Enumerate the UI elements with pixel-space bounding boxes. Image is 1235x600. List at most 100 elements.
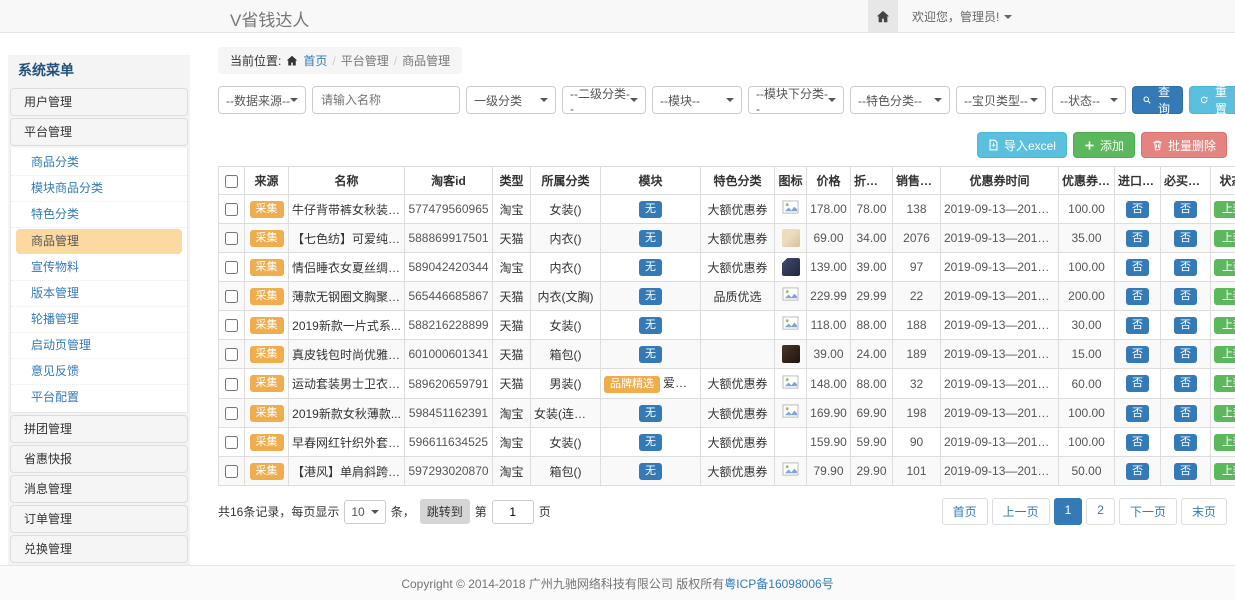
sidebar-subitem-1[interactable]: 模块商品分类 [11,176,187,202]
status-badge[interactable]: 上架 [1214,434,1235,451]
status-badge[interactable]: 上架 [1214,230,1235,247]
sidebar-item-2[interactable]: 拼团管理 [10,415,188,443]
source-badge: 采集 [250,288,284,305]
import-select-toggle[interactable]: 否 [1126,201,1149,218]
pager-button-4[interactable]: 下一页 [1119,498,1177,525]
row-checkbox[interactable] [225,232,238,245]
sidebar-subitem-4[interactable]: 宣传物料 [11,255,187,281]
pager-button-1[interactable]: 上一页 [992,498,1050,525]
select-all-checkbox[interactable] [225,175,238,188]
import-select-toggle[interactable]: 否 [1126,346,1149,363]
filter-select-0[interactable]: 一级分类 [466,86,556,114]
filter-select-3[interactable]: --模块下分类-- [748,86,844,114]
add-button[interactable]: 添加 [1073,132,1135,158]
must-buy-toggle[interactable]: 否 [1174,317,1197,334]
row-checkbox[interactable] [225,261,238,274]
import-select-toggle[interactable]: 否 [1126,434,1149,451]
module-badge[interactable]: 无 [639,259,662,276]
must-buy-toggle[interactable]: 否 [1174,346,1197,363]
must-buy-toggle[interactable]: 否 [1174,375,1197,392]
sidebar-item-1[interactable]: 平台管理 [10,118,188,146]
status-badge[interactable]: 上架 [1214,317,1235,334]
sidebar-subitem-7[interactable]: 启动页管理 [11,333,187,359]
jump-to-button[interactable]: 跳转到 [420,499,470,524]
import-select-toggle[interactable]: 否 [1126,259,1149,276]
home-button[interactable] [868,0,898,33]
sidebar-item-6[interactable]: 兑换管理 [10,535,188,563]
sidebar-subitem-0[interactable]: 商品分类 [11,150,187,176]
module-badge[interactable]: 无 [639,346,662,363]
module-badge[interactable]: 无 [639,201,662,218]
module-text: 爱上运动 [663,376,701,390]
status-badge[interactable]: 上架 [1214,201,1235,218]
module-badge[interactable]: 无 [639,317,662,334]
row-checkbox[interactable] [225,436,238,449]
import-select-toggle[interactable]: 否 [1126,375,1149,392]
breadcrumb-home-link[interactable]: 首页 [303,52,327,69]
status-badge[interactable]: 上架 [1214,288,1235,305]
sidebar-subitem-6[interactable]: 轮播管理 [11,307,187,333]
name-search-input[interactable] [312,86,460,114]
sidebar-item-5[interactable]: 订单管理 [10,505,188,533]
sidebar-subitem-9[interactable]: 平台配置 [11,385,187,410]
source-badge: 采集 [250,201,284,218]
sidebar-subitem-2[interactable]: 特色分类 [11,202,187,228]
filter-select-1[interactable]: --二级分类-- [562,86,646,114]
status-badge[interactable]: 上架 [1214,375,1235,392]
per-page-select[interactable]: 10 [344,500,385,524]
must-buy-toggle[interactable]: 否 [1174,405,1197,422]
filter-select-4[interactable]: --特色分类-- [850,86,950,114]
module-badge[interactable]: 品牌精选 [604,376,660,393]
pager-button-0[interactable]: 首页 [942,498,988,525]
status-badge[interactable]: 上架 [1214,463,1235,480]
filter-select-5[interactable]: --宝贝类型-- [956,86,1046,114]
page-number-input[interactable] [492,500,534,524]
must-buy-toggle[interactable]: 否 [1174,230,1197,247]
coupon-amount: 60.00 [1059,369,1115,399]
module-badge[interactable]: 无 [639,434,662,451]
filter-select-6[interactable]: --状态-- [1052,86,1126,114]
sidebar-item-0[interactable]: 用户管理 [10,88,188,116]
module-badge[interactable]: 无 [639,230,662,247]
sidebar-subitem-3[interactable]: 商品管理 [16,229,182,254]
row-checkbox[interactable] [225,407,238,420]
status-badge[interactable]: 上架 [1214,405,1235,422]
status-badge[interactable]: 上架 [1214,259,1235,276]
row-checkbox[interactable] [225,465,238,478]
module-badge[interactable]: 无 [639,288,662,305]
sidebar-item-4[interactable]: 消息管理 [10,475,188,503]
search-button[interactable]: 查询 [1132,86,1183,114]
must-buy-toggle[interactable]: 否 [1174,201,1197,218]
pager-button-3[interactable]: 2 [1086,498,1115,525]
status-badge[interactable]: 上架 [1214,346,1235,363]
module-badge[interactable]: 无 [639,463,662,480]
import-select-toggle[interactable]: 否 [1126,288,1149,305]
must-buy-toggle[interactable]: 否 [1174,259,1197,276]
user-menu[interactable]: 欢迎您，管理员! [912,8,1012,25]
must-buy-toggle[interactable]: 否 [1174,288,1197,305]
pager-button-2[interactable]: 1 [1054,498,1083,525]
row-checkbox[interactable] [225,348,238,361]
must-buy-toggle[interactable]: 否 [1174,463,1197,480]
batch-delete-button[interactable]: 批量删除 [1141,132,1227,158]
import-select-toggle[interactable]: 否 [1126,405,1149,422]
import-select-toggle[interactable]: 否 [1126,230,1149,247]
icp-link[interactable]: 粤ICP备16098006号 [724,575,833,592]
row-checkbox[interactable] [225,203,238,216]
row-checkbox[interactable] [225,290,238,303]
sidebar-item-3[interactable]: 省惠快报 [10,445,188,473]
import-select-toggle[interactable]: 否 [1126,317,1149,334]
reset-button[interactable]: 重置 [1189,86,1235,114]
pager-button-5[interactable]: 末页 [1181,498,1227,525]
import-excel-button[interactable]: 导入excel [977,132,1067,158]
sidebar-subitem-5[interactable]: 版本管理 [11,281,187,307]
import-select-toggle[interactable]: 否 [1126,463,1149,480]
price: 229.99 [807,282,851,311]
filter-select-data-source[interactable]: --数据来源-- [218,86,306,114]
row-checkbox[interactable] [225,378,238,391]
module-badge[interactable]: 无 [639,405,662,422]
row-checkbox[interactable] [225,319,238,332]
sidebar-subitem-8[interactable]: 意见反馈 [11,359,187,385]
filter-select-2[interactable]: --模块-- [652,86,742,114]
must-buy-toggle[interactable]: 否 [1174,434,1197,451]
